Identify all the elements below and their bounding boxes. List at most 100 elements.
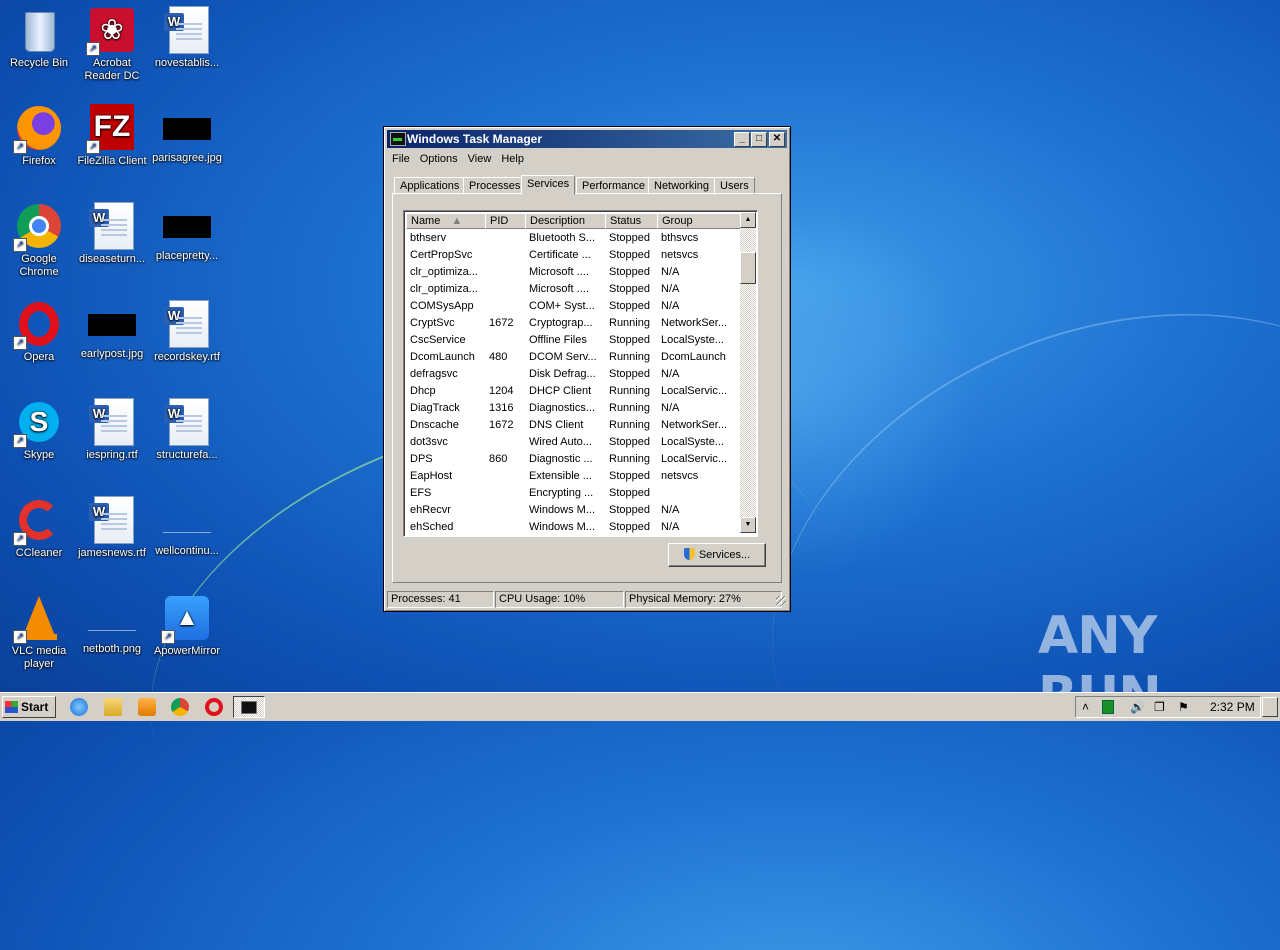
desktop-icon-novestablis[interactable]: W novestablis... xyxy=(148,6,226,70)
table-row[interactable]: DPS 860 Diagnostic ... Running LocalServic..… xyxy=(406,451,739,468)
task-manager-window[interactable]: Windows Task Manager _ □ ✕ File Options Vi… xyxy=(383,126,791,612)
word-doc-icon: W xyxy=(88,202,136,250)
status-bar: Processes: 41 CPU Usage: 10% Physical Me… xyxy=(387,589,787,608)
desktop-icon-filezilla[interactable]: FZ ↗ FileZilla Client xyxy=(73,104,151,168)
tab-strip: Applications Processes Services Performa… xyxy=(394,175,780,195)
desktop-icon-parisagree[interactable]: parisagree.jpg xyxy=(148,104,226,165)
desktop-icon-diseaseturn[interactable]: W diseaseturn... xyxy=(73,202,151,266)
word-doc-icon: W xyxy=(163,300,211,348)
column-header-group[interactable]: Group xyxy=(657,213,741,229)
minimize-button[interactable]: _ xyxy=(734,132,750,147)
ie-icon[interactable] xyxy=(70,698,88,716)
desktop-icon-ccleaner[interactable]: ↗ CCleaner xyxy=(0,496,78,560)
word-doc-icon: W xyxy=(88,398,136,446)
services-list[interactable]: Name ▲ PID Description Status Group bths… xyxy=(403,210,758,537)
table-row[interactable]: defragsvc Disk Defrag... Stopped N/A xyxy=(406,366,739,383)
column-header-description[interactable]: Description xyxy=(525,213,606,229)
vlc-icon: ↗ xyxy=(13,594,63,644)
table-row[interactable]: EFS Encrypting ... Stopped xyxy=(406,485,739,502)
desktop-icon-iespring[interactable]: W iespring.rtf xyxy=(73,398,151,462)
speaker-icon[interactable]: 🔊 xyxy=(1130,700,1145,714)
close-button[interactable]: ✕ xyxy=(769,132,785,147)
show-desktop-button[interactable] xyxy=(1262,697,1278,717)
desktop-icon-wellcontinu[interactable]: wellcontinu... xyxy=(148,496,226,558)
menu-bar: File Options View Help xyxy=(388,151,786,167)
table-row[interactable]: EapHost Extensible ... Stopped netsvcs xyxy=(406,468,739,485)
table-row[interactable]: ehRecvr Windows M... Stopped N/A xyxy=(406,502,739,519)
table-row[interactable]: COMSysApp COM+ Syst... Stopped N/A xyxy=(406,298,739,315)
desktop-icon-recycle-bin[interactable]: Recycle Bin xyxy=(0,6,78,70)
ccleaner-icon: ↗ xyxy=(13,496,63,546)
table-row[interactable]: DiagTrack 1316 Diagnostics... Running N/A xyxy=(406,400,739,417)
taskbar: Start ˄ 🔊 ❐ ⚑ 2:32 PM xyxy=(0,692,1280,721)
table-row[interactable]: clr_optimiza... Microsoft .... Stopped N/A xyxy=(406,264,739,281)
desktop-icon-apowermirror[interactable]: ▲ ↗ ApowerMirror xyxy=(148,594,226,658)
window-title: Windows Task Manager xyxy=(407,132,543,146)
taskbar-task-manager[interactable] xyxy=(233,696,265,718)
table-row[interactable]: bthserv Bluetooth S... Stopped bthsvcs xyxy=(406,230,739,247)
network-status-icon[interactable] xyxy=(1102,700,1114,714)
desktop-icon-firefox[interactable]: ↗ Firefox xyxy=(0,104,78,168)
word-doc-icon: W xyxy=(163,6,211,54)
image-file-icon xyxy=(163,216,211,238)
desktop-icon-chrome[interactable]: ↗ Google Chrome xyxy=(0,202,78,279)
filezilla-icon: FZ ↗ xyxy=(86,104,136,154)
start-button[interactable]: Start xyxy=(2,696,56,718)
table-row[interactable]: dot3svc Wired Auto... Stopped LocalSyste... xyxy=(406,434,739,451)
network-icon[interactable]: ❐ xyxy=(1154,700,1165,714)
explorer-icon[interactable] xyxy=(104,698,122,716)
column-header-status[interactable]: Status xyxy=(605,213,658,229)
show-hidden-icons-icon[interactable]: ˄ xyxy=(1082,700,1089,714)
action-center-flag-icon[interactable]: ⚑ xyxy=(1178,700,1189,714)
chrome-icon[interactable] xyxy=(171,698,189,716)
menu-view[interactable]: View xyxy=(464,151,498,167)
table-row[interactable]: CryptSvc 1672 Cryptograp... Running NetworkS… xyxy=(406,315,739,332)
desktop-icon-skype[interactable]: S ↗ Skype xyxy=(0,398,78,462)
table-row[interactable]: Dnscache 1672 DNS Client Running NetworkSer.… xyxy=(406,417,739,434)
desktop-icon-jamesnews[interactable]: W jamesnews.rtf xyxy=(73,496,151,560)
services-button[interactable]: Services... xyxy=(668,543,766,567)
table-row[interactable]: DcomLaunch 480 DCOM Serv... Running DcomLaun… xyxy=(406,349,739,366)
list-header: Name ▲ PID Description Status Group xyxy=(406,213,741,229)
image-file-icon xyxy=(163,118,211,140)
clock[interactable]: 2:32 PM xyxy=(1210,700,1255,714)
desktop-icon-structurefa[interactable]: W structurefa... xyxy=(148,398,226,462)
media-player-icon[interactable] xyxy=(138,698,156,716)
resize-grip[interactable] xyxy=(776,596,786,606)
desktop-icon-netboth[interactable]: netboth.png xyxy=(73,594,151,656)
maximize-button[interactable]: □ xyxy=(751,132,767,147)
desktop-icon-opera[interactable]: ↗ Opera xyxy=(0,300,78,364)
table-row[interactable]: Dhcp 1204 DHCP Client Running LocalServic... xyxy=(406,383,739,400)
skype-icon: S ↗ xyxy=(13,398,63,448)
column-header-pid[interactable]: PID xyxy=(485,213,526,229)
table-row[interactable]: ehSched Windows M... Stopped N/A xyxy=(406,519,739,536)
image-file-icon xyxy=(163,510,211,533)
column-header-name[interactable]: Name ▲ xyxy=(406,213,486,229)
acrobat-icon: ❀ ↗ xyxy=(86,6,136,56)
title-bar[interactable]: Windows Task Manager _ □ ✕ xyxy=(387,130,787,148)
vertical-scrollbar[interactable]: ▲ ▼ xyxy=(740,212,756,533)
chrome-icon: ↗ xyxy=(13,202,63,252)
desktop-icon-earlypost[interactable]: earlypost.jpg xyxy=(73,300,151,361)
service-rows: bthserv Bluetooth S... Stopped bthsvcs Cert… xyxy=(406,230,739,536)
tab-services[interactable]: Services xyxy=(521,175,576,195)
scroll-down-button[interactable]: ▼ xyxy=(740,517,756,533)
image-file-icon xyxy=(88,314,136,336)
table-row[interactable]: CertPropSvc Certificate ... Stopped netsvcs xyxy=(406,247,739,264)
status-cpu-usage: CPU Usage: 10% xyxy=(495,591,624,608)
task-manager-icon xyxy=(241,701,257,714)
table-row[interactable]: CscService Offline Files Stopped LocalSyste… xyxy=(406,332,739,349)
opera-icon[interactable] xyxy=(205,698,223,716)
scroll-thumb[interactable] xyxy=(740,252,756,284)
status-physical-memory: Physical Memory: 27% xyxy=(625,591,782,608)
desktop-icon-recordskey[interactable]: W recordskey.rtf xyxy=(148,300,226,364)
scroll-up-button[interactable]: ▲ xyxy=(740,212,756,228)
desktop-icon-vlc[interactable]: ↗ VLC media player xyxy=(0,594,78,671)
desktop-icon-placepretty[interactable]: placepretty... xyxy=(148,202,226,263)
desktop-icon-acrobat[interactable]: ❀ ↗ Acrobat Reader DC xyxy=(73,6,151,83)
menu-help[interactable]: Help xyxy=(497,151,530,167)
recycle-bin-icon xyxy=(15,6,63,54)
menu-file[interactable]: File xyxy=(388,151,416,167)
menu-options[interactable]: Options xyxy=(416,151,464,167)
table-row[interactable]: clr_optimiza... Microsoft .... Stopped N/A xyxy=(406,281,739,298)
